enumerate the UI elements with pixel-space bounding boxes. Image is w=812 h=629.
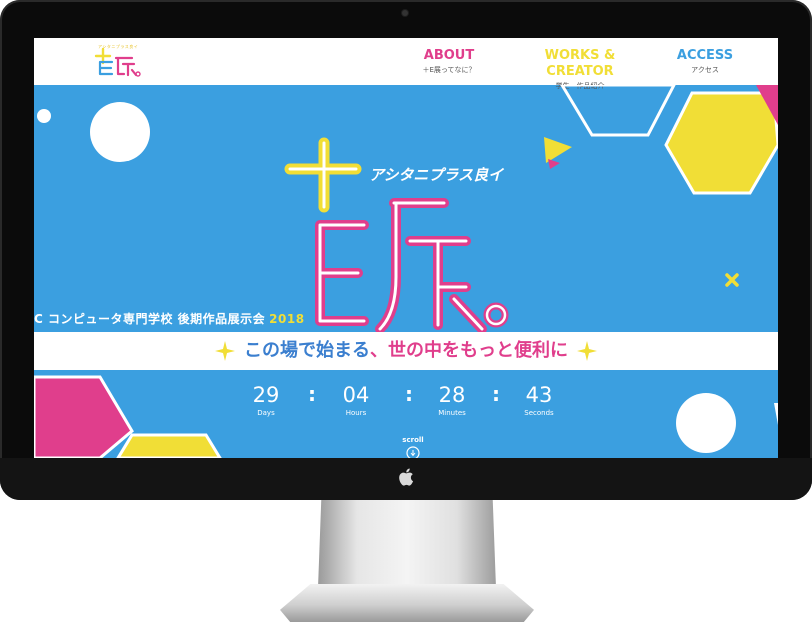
school-exhibition-line: C コンピュータ専門学校 後期作品展示会 2018 (34, 309, 305, 329)
countdown-separator: : (405, 382, 413, 406)
countdown-separator: : (492, 382, 500, 406)
sparkle-icon (577, 341, 597, 361)
countdown-days-unit: Days (257, 409, 275, 417)
scroll-down-icon[interactable] (406, 446, 420, 458)
tagline: この場で始まる、世の中をもっと便利に (34, 332, 778, 370)
countdown-seconds-unit: Seconds (524, 409, 554, 417)
tagline-part2: 世の中をもっと便利に (388, 340, 568, 361)
tagline-band: この場で始まる、世の中をもっと便利に (34, 332, 778, 370)
nav-about-label: ABOUT (423, 48, 475, 63)
small-white-circle-shape (37, 109, 51, 123)
nav-access-sub: アクセス (691, 66, 719, 74)
countdown-seconds: 43 Seconds (514, 382, 564, 418)
site-logo-subtitle: アシタニプラス良イ (98, 44, 139, 49)
hexagon-pink-shape (34, 375, 134, 458)
nav-about-sub: ＋E展ってなに？ (422, 66, 476, 74)
camera-icon (402, 10, 408, 16)
countdown-minutes-value: 28 (438, 383, 466, 407)
tagline-part1: この場で始まる (244, 340, 370, 361)
hexagon-yellow-shape (664, 91, 778, 195)
countdown-hours: 04 Hours (331, 382, 381, 418)
nav-works-label: WORKS & CREATOR (544, 48, 616, 79)
countdown-hours-value: 04 (342, 383, 370, 407)
apple-logo-icon (399, 468, 414, 486)
hexagon-outline-shape (560, 85, 676, 137)
hero-section: アシタニプラス良イ C コンピュータ専門学校 後期作品展示会 2018 この場で始… (34, 85, 778, 458)
monitor-stand-base (280, 584, 534, 622)
countdown-days-value: 29 (252, 383, 280, 407)
countdown-hours-unit: Hours (345, 409, 367, 417)
white-corner-shape (774, 403, 778, 425)
nav-access[interactable]: ACCESS アクセス (672, 48, 738, 75)
hero-logo-kana: アシタニプラス良イ (369, 166, 505, 184)
scroll-label[interactable]: scroll (396, 436, 430, 444)
exhibition-year: 2018 (269, 312, 305, 326)
nav-about[interactable]: ABOUT ＋E展ってなに？ (416, 48, 482, 75)
triangle-pink-shape (548, 159, 560, 169)
cross-yellow-shape (725, 273, 739, 287)
countdown-minutes: 28 Minutes (427, 382, 477, 418)
white-circle-shape (90, 102, 150, 162)
countdown-seconds-value: 43 (525, 383, 553, 407)
white-circle-bottom-shape (676, 393, 736, 453)
countdown-minutes-unit: Minutes (438, 409, 466, 417)
website-screen: アシタニプラス良イ ABOUT ＋E展ってなに？ WORKS & CREATOR… (34, 38, 778, 458)
school-name: C コンピュータ専門学校 後期作品展示会 (34, 312, 266, 326)
sparkle-icon (215, 341, 235, 361)
tagline-comma: 、 (370, 340, 388, 361)
nav-access-label: ACCESS (676, 48, 734, 63)
countdown-separator: : (308, 382, 316, 406)
monitor-stand-neck (318, 492, 496, 588)
site-header: アシタニプラス良イ ABOUT ＋E展ってなに？ WORKS & CREATOR… (34, 38, 778, 90)
hexagon-yellow-bottom-shape (116, 433, 222, 458)
countdown-days: 29 Days (241, 382, 291, 418)
